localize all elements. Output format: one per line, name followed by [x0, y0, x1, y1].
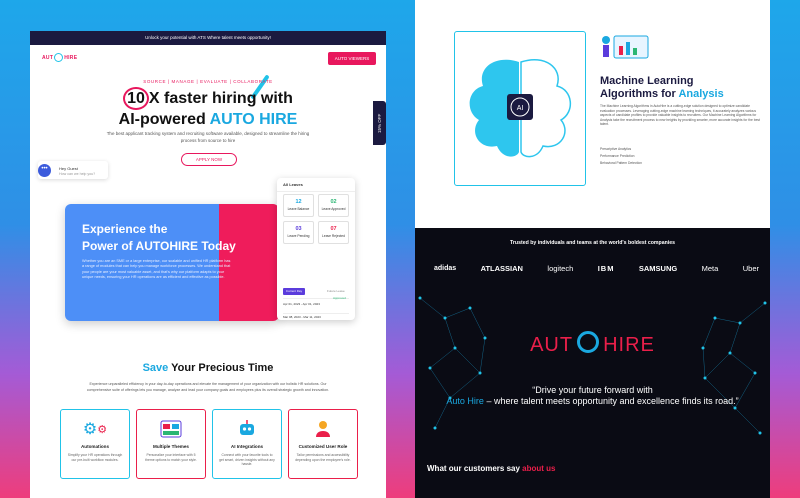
ml-heading-accent: Analysis: [678, 88, 724, 100]
logo-ibm: IBM: [597, 264, 615, 273]
announcement-bar: Unlock your potential with ATS Where tal…: [30, 31, 386, 45]
tile-leave-pending: 03 Leave Pending: [283, 221, 314, 244]
brain-icon: AI: [469, 58, 571, 158]
headline-line2: AI-powered: [118, 111, 206, 128]
tab-current-day[interactable]: Current Day: [283, 288, 305, 295]
tile-leave-rejected: 07 Leave Rejected: [318, 221, 349, 244]
leaves-dashboard: All Leaves 12 Leave Balance 02 Leave Appro…: [277, 178, 355, 320]
landing-page-right: AI Machine Learning Algorithms for Analy…: [415, 0, 770, 498]
leave-row-date: Mar 08, 2023 - Mar 11, 2023: [283, 315, 321, 319]
ml-body: The Machine Learning Algorithms in AutoH…: [600, 104, 760, 127]
feature-card-automations[interactable]: ⚙ ⚙ Automations Simplify your HR operatio…: [60, 409, 130, 479]
hero-subtitle: The best applicant tracking system and r…: [106, 131, 310, 143]
ml-list-item: Behavioral Pattern Detection: [600, 161, 642, 165]
ml-heading-line1: Machine Learning: [600, 75, 694, 87]
svg-text:AI: AI: [517, 105, 524, 112]
logo-samsung: SAMSUNG: [638, 264, 678, 273]
leave-row-date: Apr 01, 2023 - Apr 01, 2023: [283, 302, 320, 306]
logo-text-right: HIRE: [64, 54, 78, 61]
headline-rest: X faster hiring with: [148, 90, 293, 107]
card-desc: Connect with your favorite tools to get …: [219, 453, 275, 467]
feature-card-user-role[interactable]: Customized User Role Tailor permissions …: [288, 409, 358, 479]
logo-meta: Meta: [701, 264, 719, 273]
experience-card: Experience the Power of AUTOHIRE Today W…: [65, 204, 279, 321]
card-title: Automations: [80, 444, 110, 449]
autohire-brand: AUT HIRE: [415, 331, 770, 357]
experience-title-line1: Experience the: [82, 222, 168, 236]
analytics-illustration-icon: [602, 35, 649, 59]
logo[interactable]: AUT HIRE: [42, 53, 77, 62]
brand-left: AUT: [530, 334, 574, 356]
save-accent: Save: [142, 362, 169, 374]
headline-number: 10: [123, 87, 149, 110]
navbar: AUT HIRE AUTO VIEWERS: [30, 45, 386, 71]
brand-right: HIRE: [603, 334, 655, 356]
card-desc: Personalize your interface with 5 theme …: [145, 453, 197, 462]
save-time-body: Experience unparalleled efficiency in yo…: [86, 382, 330, 392]
experience-title-line2: Power of AUTOHIRE Today: [82, 239, 236, 253]
card-title: AI Integrations: [230, 444, 264, 449]
tile-leave-balance: 12 Leave Balance: [283, 194, 314, 217]
quote-rest: – where talent meets opportunity and exc…: [486, 396, 739, 406]
chat-name: Hey Guest: [59, 166, 78, 171]
hero-headline: 10 X faster hiring with AI-powered AUTO H…: [30, 87, 386, 129]
ml-list-item: Prescriptive Analytics: [600, 147, 632, 151]
leave-row-status: Approved: [333, 296, 346, 300]
feature-card-themes[interactable]: Multiple Themes Personalize your interfa…: [136, 409, 206, 479]
chat-text: How can we help you?: [59, 172, 96, 176]
save-rest: Your Precious Time: [171, 362, 274, 374]
tab-future-leave[interactable]: Future Leave: [327, 289, 345, 293]
card-desc: Simplify your HR operations through our …: [67, 453, 123, 462]
logo-adidas: adidas: [434, 265, 457, 272]
card-title: Multiple Themes: [153, 444, 189, 449]
dashboard-title: All Leaves: [277, 178, 355, 192]
chat-icon[interactable]: •••: [38, 164, 51, 177]
network-left-icon: [418, 296, 487, 430]
feature-card-ai[interactable]: AI Integrations Connect with your favori…: [212, 409, 282, 479]
quote-accent: Auto Hire: [446, 396, 484, 406]
dark-section: Trusted by individuals and teams at the …: [415, 228, 770, 498]
auto-viewers-button[interactable]: AUTO VIEWERS: [328, 52, 376, 65]
apply-now-button[interactable]: APPLY NOW: [181, 153, 237, 166]
ml-list-item: Performance Prediction: [600, 154, 635, 158]
company-logos: adidas ATLASSIAN logitech IBM SAMSUNG Me…: [434, 264, 759, 273]
brand-ring-icon: [577, 331, 600, 353]
logo-text-left: AUT: [42, 54, 54, 61]
gears-icon: ⚙ ⚙: [82, 421, 108, 438]
customers-pre: What our customers say: [427, 464, 520, 473]
quote-pre: “Drive your future forward with: [532, 385, 653, 395]
tile-leave-approved: 02 Leave Approved: [318, 194, 349, 217]
save-time-heading: Save Your Precious Time: [30, 362, 386, 374]
landing-page-left: Unlock your potential with ATS Where tal…: [30, 31, 386, 498]
ml-heading-line2: Algorithms for: [600, 88, 676, 100]
card-title: Customized User Role: [298, 444, 348, 449]
logo-logitech: logitech: [547, 264, 574, 273]
customers-accent: about us: [522, 464, 556, 473]
headline-accent: AUTO HIRE: [209, 111, 298, 128]
tagline-quote: “Drive your future forward with Auto Hir…: [415, 385, 770, 407]
discount-side-tab[interactable]: 15% OFF: [373, 101, 386, 145]
card-desc: Tailor permissions and accessibility dep…: [295, 453, 351, 462]
ml-heading: Machine Learning Algorithms for Analysis: [600, 75, 724, 101]
trusted-heading: Trusted by individuals and teams at the …: [510, 240, 675, 246]
experience-title: Experience the Power of AUTOHIRE Today: [82, 221, 236, 255]
brain-illustration-frame: AI: [454, 31, 586, 186]
user-role-icon: [312, 418, 334, 440]
themes-icon: [160, 418, 182, 440]
experience-body: Whether you are an SME or a large enterp…: [82, 259, 231, 279]
logo-atlassian: ATLASSIAN: [480, 264, 523, 273]
logo-uber: Uber: [742, 264, 759, 273]
row-divider: [283, 313, 349, 314]
robot-icon: [236, 418, 258, 440]
logo-ring-icon: [54, 53, 64, 62]
customers-heading: What our customers say about us: [427, 464, 556, 473]
eyebrow-text: SOURCE | MANAGE | EVALUATE | COLLABORATE: [143, 79, 273, 84]
network-right-icon: [701, 301, 767, 435]
